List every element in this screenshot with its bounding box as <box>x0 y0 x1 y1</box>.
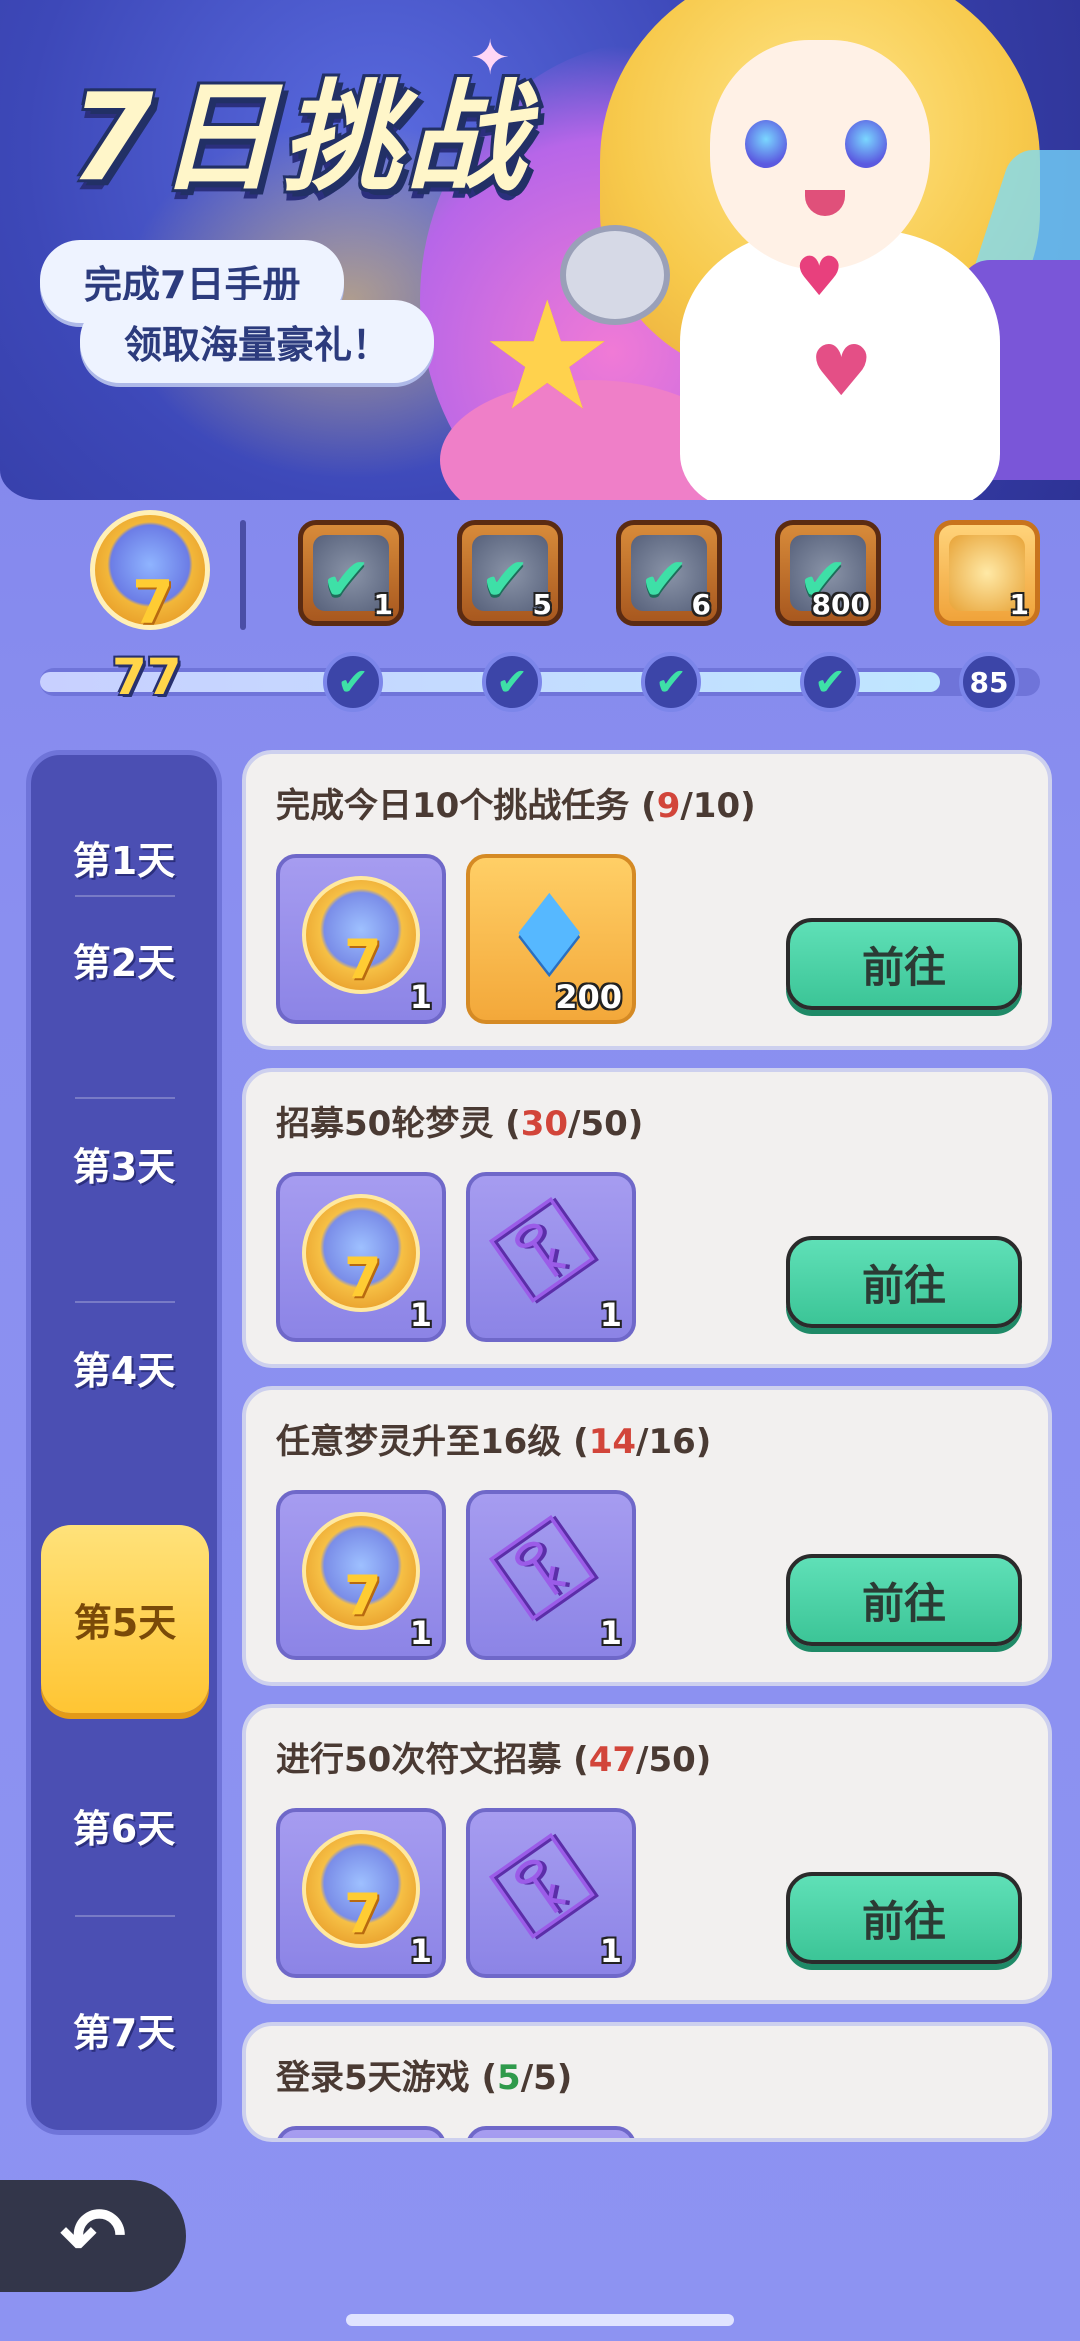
check-icon: ✔ <box>814 660 846 704</box>
seven-day-medal-icon: 7 <box>90 510 210 640</box>
milestone-reward-3[interactable]: ✔ 6 <box>616 520 722 626</box>
milestone-threshold: 85 <box>959 652 1019 712</box>
tab-day-7[interactable]: 第7天 <box>31 1927 217 2131</box>
milestone-node-claimed: ✔ <box>800 652 860 712</box>
page-title: 7日挑战 <box>70 69 530 208</box>
medal-icon: 7 <box>302 876 420 994</box>
purple-key-icon: ⚿ <box>470 1173 613 1327</box>
task-title: 完成今日10个挑战任务 (9/10) <box>276 786 756 826</box>
milestone-node-claimed: ✔ <box>482 652 542 712</box>
event-banner: ✦ ✦ ♥ ♥ ★ 7日挑战 完成7日手册 领取海量豪礼！ <box>0 0 1080 500</box>
reward-item[interactable]: 7 1 <box>276 854 446 1024</box>
check-icon: ✔ <box>639 545 690 615</box>
check-icon: ✔ <box>337 660 369 704</box>
star-wand-icon: ★ <box>480 270 615 444</box>
task-card: 进行50次符文招募 (47/50) 7 1 ⚿ 1 前往 <box>242 1704 1052 2004</box>
medal-icon: 7 <box>302 1830 420 1948</box>
tab-day-4[interactable]: 第4天 <box>31 1265 217 1469</box>
purple-key-icon: ⚿ <box>470 1491 613 1645</box>
check-icon: ✔ <box>655 660 687 704</box>
task-card: 完成今日10个挑战任务 (9/10) 7 1 ♦ 200 前往 <box>242 750 1052 1050</box>
reward-item[interactable] <box>276 2126 446 2138</box>
task-card: 登录5天游戏 (5/5) <box>242 2022 1052 2142</box>
score-value: 77 <box>112 648 182 706</box>
reward-item[interactable]: 7 1 <box>276 1172 446 1342</box>
reward-item[interactable]: ⚿ 1 <box>466 1490 636 1660</box>
day-tabs: 第1天 第2天 第3天 第4天 第5天 第6天 第7天 <box>26 750 222 2135</box>
purple-key-icon: ⚿ <box>470 1809 613 1963</box>
milestone-node-claimed: ✔ <box>323 652 383 712</box>
milestone-node-claimed: ✔ <box>641 652 701 712</box>
task-card: 任意梦灵升至16级 (14/16) 7 1 ⚿ 1 前往 <box>242 1386 1052 1686</box>
go-button[interactable]: 前往 <box>786 918 1022 1010</box>
home-indicator[interactable] <box>346 2314 734 2326</box>
tab-day-2[interactable]: 第2天 <box>31 857 217 1061</box>
go-button[interactable]: 前往 <box>786 1872 1022 1964</box>
check-icon: ✔ <box>480 545 531 615</box>
back-arrow-icon: ↶ <box>59 2189 127 2283</box>
reward-item[interactable]: 7 1 <box>276 1490 446 1660</box>
back-button[interactable]: ↶ <box>0 2180 186 2292</box>
task-title: 进行50次符文招募 (47/50) <box>276 1740 712 1780</box>
milestone-reward-4[interactable]: ✔ 800 <box>775 520 881 626</box>
task-card: 招募50轮梦灵 (30/50) 7 1 ⚿ 1 前往 <box>242 1068 1052 1368</box>
reward-item[interactable]: 7 1 <box>276 1808 446 1978</box>
medal-icon: 7 <box>302 1194 420 1312</box>
reward-item[interactable]: ⚿ 1 <box>466 1172 636 1342</box>
task-title: 登录5天游戏 (5/5) <box>276 2058 573 2098</box>
go-button[interactable]: 前往 <box>786 1554 1022 1646</box>
character-illustration: ♥ ♥ ★ <box>440 0 1080 500</box>
tab-day-5[interactable]: 第5天 <box>41 1525 209 1713</box>
reward-item[interactable]: ♦ 200 <box>466 854 636 1024</box>
milestone-reward-1[interactable]: ✔ 1 <box>298 520 404 626</box>
task-title: 任意梦灵升至16级 (14/16) <box>276 1422 712 1462</box>
milestone-reward-5[interactable]: 1 <box>934 520 1040 626</box>
subtitle-line-2: 领取海量豪礼！ <box>80 300 435 383</box>
go-button[interactable]: 前往 <box>786 1236 1022 1328</box>
task-title: 招募50轮梦灵 (30/50) <box>276 1104 644 1144</box>
check-icon: ✔ <box>496 660 528 704</box>
diamond-icon: ♦ <box>500 871 599 999</box>
medal-icon: 7 <box>302 1512 420 1630</box>
reward-item[interactable]: ⚿ 1 <box>466 1808 636 1978</box>
reward-item[interactable] <box>466 2126 636 2138</box>
milestone-reward-2[interactable]: ✔ 5 <box>457 520 563 626</box>
tab-day-3[interactable]: 第3天 <box>31 1061 217 1265</box>
check-icon: ✔ <box>321 545 372 615</box>
tab-day-6[interactable]: 第6天 <box>31 1723 217 1927</box>
